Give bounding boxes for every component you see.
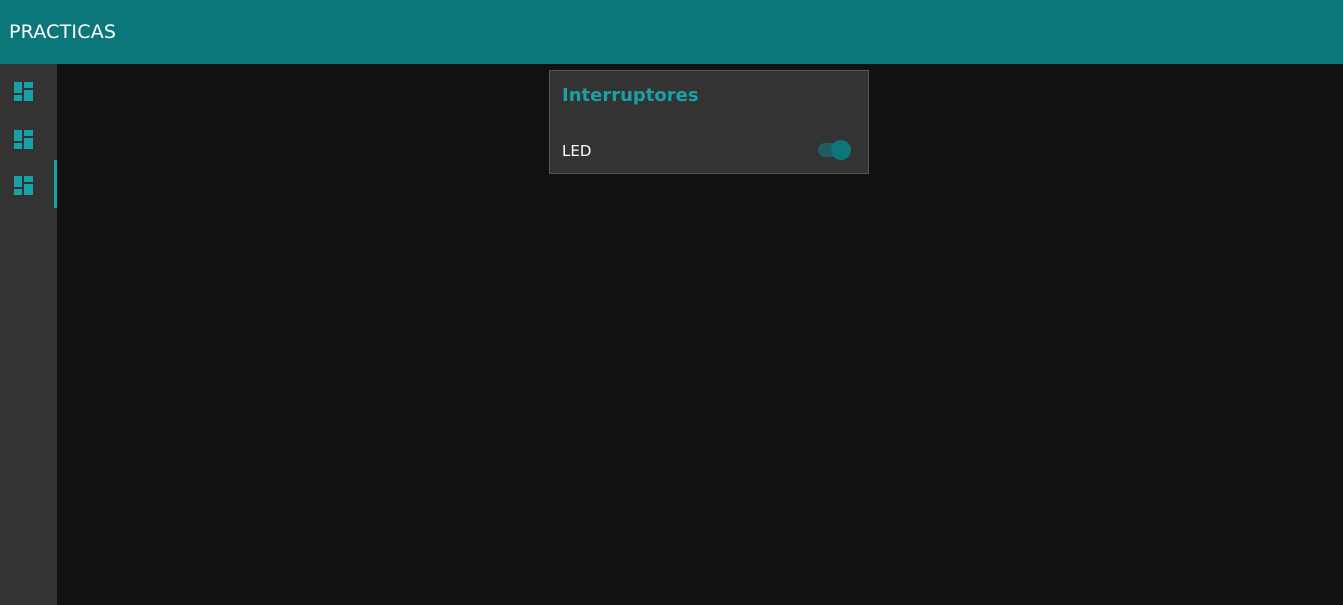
sidebar-item-dashboard-3[interactable] bbox=[0, 160, 57, 208]
switch-label: LED bbox=[562, 142, 592, 160]
dashboard-icon bbox=[14, 130, 33, 149]
card-title: Interruptores bbox=[562, 85, 699, 106]
switch-thumb[interactable] bbox=[831, 140, 851, 160]
sidebar-item-dashboard-1[interactable] bbox=[0, 66, 57, 114]
app-title: PRACTICAS bbox=[9, 21, 117, 43]
switch-card: Interruptores LED bbox=[549, 70, 869, 174]
dashboard-icon bbox=[14, 176, 33, 195]
top-app-bar: PRACTICAS bbox=[0, 0, 1343, 64]
led-toggle-switch[interactable] bbox=[816, 139, 852, 161]
dashboard-icon bbox=[14, 82, 33, 101]
sidebar-item-dashboard-2[interactable] bbox=[0, 114, 57, 162]
sidebar bbox=[0, 64, 57, 605]
